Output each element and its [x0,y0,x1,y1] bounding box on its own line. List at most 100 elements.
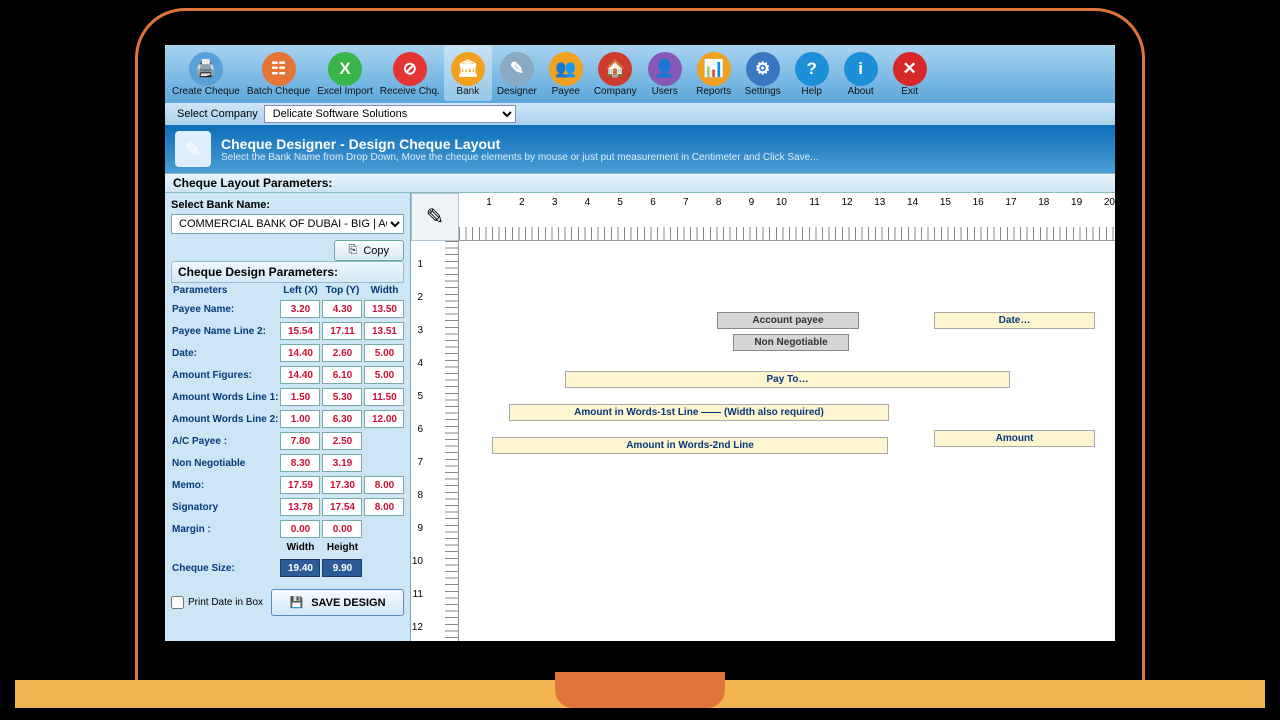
param-label: Payee Name: [171,298,279,320]
about-button[interactable]: iAbout [837,45,885,101]
batch-cheque-button[interactable]: ☷Batch Cheque [244,45,313,101]
save-design-button[interactable]: 💾 SAVE DESIGN [271,589,404,616]
create-cheque-button-icon: 🖨️ [189,52,223,86]
param-width-input[interactable] [364,388,404,406]
ruler-tick: 1 [459,197,492,211]
copy-button[interactable]: ⎘ Copy [334,240,405,261]
print-date-input[interactable] [171,596,184,609]
ruler-tick: 6 [623,197,656,211]
print-date-checkbox[interactable]: Print Date in Box [171,596,263,609]
param-label: Memo: [171,474,279,496]
cheque-height-input[interactable] [322,559,362,577]
ruler-tick: 5 [590,197,623,211]
param-width-input[interactable] [364,366,404,384]
param-left-input[interactable] [280,410,320,428]
param-top-input[interactable] [322,498,362,516]
param-row: Payee Name Line 2: [171,320,405,342]
param-width-input[interactable] [364,322,404,340]
payee-button[interactable]: 👥Payee [542,45,590,101]
param-row: Memo: [171,474,405,496]
date-element[interactable]: Date… [934,312,1095,329]
select-bank-label: Select Bank Name: [171,199,404,211]
ruler-tick: 8 [689,197,722,211]
param-top-input[interactable] [322,520,362,538]
param-width-input[interactable] [364,498,404,516]
param-width-input[interactable] [364,344,404,362]
param-row: Margin : [171,518,405,540]
cheque-width-input[interactable] [280,559,320,577]
batch-cheque-button-icon: ☷ [262,52,296,86]
bank-button[interactable]: 🏛Bank [444,45,492,101]
col-left: Left (X) [279,283,321,298]
param-label: A/C Payee : [171,430,279,452]
param-left-input[interactable] [280,520,320,538]
ruler-tick: 6 [411,406,423,439]
param-left-input[interactable] [280,388,320,406]
reports-button[interactable]: 📊Reports [690,45,738,101]
param-left-input[interactable] [280,432,320,450]
param-top-input[interactable] [322,454,362,472]
help-button[interactable]: ?Help [788,45,836,101]
param-left-input[interactable] [280,322,320,340]
param-top-input[interactable] [322,476,362,494]
ruler-tick: 12 [411,604,423,637]
batch-cheque-button-label: Batch Cheque [247,86,310,97]
params-table: Parameters Left (X) Top (Y) Width Payee … [171,283,405,579]
ruler-tick: 11 [411,571,423,604]
ruler-tick: 3 [411,307,423,340]
about-button-icon: i [844,52,878,86]
users-button[interactable]: 👤Users [641,45,689,101]
reports-button-label: Reports [696,86,731,97]
param-top-input[interactable] [322,344,362,362]
create-cheque-button[interactable]: 🖨️Create Cheque [169,45,243,101]
exit-button[interactable]: ✕Exit [886,45,934,101]
param-top-input[interactable] [322,388,362,406]
ruler-tick: 2 [492,197,525,211]
save-icon: 💾 [289,596,303,609]
ruler-tick: 3 [525,197,558,211]
param-width-input[interactable] [364,410,404,428]
excel-import-button[interactable]: XExcel Import [314,45,376,101]
page-banner: ✎ Cheque Designer - Design Cheque Layout… [165,125,1115,173]
pay-to-element[interactable]: Pay To… [565,371,1010,388]
cheque-canvas[interactable]: Account payee Non Negotiable Date… Pay T… [459,241,1115,641]
ruler-corner-icon: ✎ [411,193,459,241]
param-left-input[interactable] [280,476,320,494]
param-left-input[interactable] [280,366,320,384]
param-label: Payee Name Line 2: [171,320,279,342]
ruler-tick: 10 [411,538,423,571]
amount-words-1-element[interactable]: Amount in Words-1st Line —— (Width also … [509,404,889,421]
col-parameters: Parameters [171,283,279,298]
designer-button-icon: ✎ [500,52,534,86]
ruler-tick: 17 [984,197,1017,211]
account-payee-element[interactable]: Account payee [717,312,859,329]
payee-button-icon: 👥 [549,52,583,86]
param-left-input[interactable] [280,454,320,472]
amount-words-2-element[interactable]: Amount in Words-2nd Line [492,437,888,454]
param-top-input[interactable] [322,300,362,318]
param-label: Signatory [171,496,279,518]
param-top-input[interactable] [322,366,362,384]
settings-button-icon: ⚙ [746,52,780,86]
param-top-input[interactable] [322,410,362,428]
param-left-input[interactable] [280,498,320,516]
param-top-input[interactable] [322,322,362,340]
param-left-input[interactable] [280,344,320,362]
amount-element[interactable]: Amount [934,430,1095,447]
exit-button-icon: ✕ [893,52,927,86]
param-width-input[interactable] [364,476,404,494]
bank-select[interactable]: COMMERCIAL BANK OF DUBAI - BIG | AC [171,214,404,234]
param-width-input[interactable] [364,300,404,318]
settings-button[interactable]: ⚙Settings [739,45,787,101]
designer-button[interactable]: ✎Designer [493,45,541,101]
param-left-input[interactable] [280,300,320,318]
company-select[interactable]: Delicate Software Solutions [264,105,516,123]
param-top-input[interactable] [322,432,362,450]
height-header: Height [322,542,362,553]
designer-button-label: Designer [497,86,537,97]
receive-cheque-button[interactable]: ⊘Receive Chq. [377,45,443,101]
ruler-tick: 15 [918,197,951,211]
non-negotiable-element[interactable]: Non Negotiable [733,334,849,351]
company-button[interactable]: 🏠Company [591,45,640,101]
design-canvas-area: ✎ 1234567891011121314151617181920 123456… [411,193,1115,641]
